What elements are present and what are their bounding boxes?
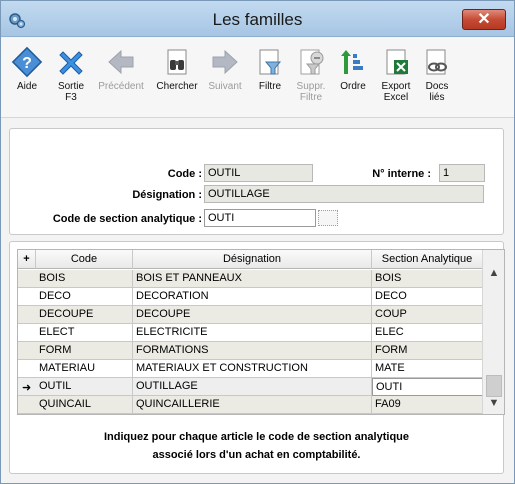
internal-number-label: N° interne :	[372, 168, 431, 180]
table-row[interactable]: DECOUPE DECOUPE COUP	[18, 306, 483, 324]
cell-section: FA09	[372, 396, 483, 414]
help-icon: ?	[11, 46, 43, 78]
close-x-icon	[59, 51, 83, 75]
cell-code: ELECT	[36, 324, 133, 342]
cell-section-editing[interactable]: OUTI	[372, 378, 483, 396]
section-lookup-button[interactable]	[318, 210, 338, 226]
help-button[interactable]: ? Aide	[9, 46, 45, 92]
scroll-up-icon[interactable]: ▲	[487, 266, 501, 280]
column-header-section[interactable]: Section Analytique	[372, 250, 483, 269]
cell-section: FORM	[372, 342, 483, 360]
cell-designation: DECORATION	[133, 288, 372, 306]
cell-section: MATE	[372, 360, 483, 378]
cell-code: DECOUPE	[36, 306, 133, 324]
linked-docs-button[interactable]: Docs liés	[421, 46, 453, 103]
cell-code: MATERIAU	[36, 360, 133, 378]
sort-order-icon	[341, 50, 363, 74]
cell-code: FORM	[36, 342, 133, 360]
previous-label: Précédent	[98, 81, 144, 92]
title-bar: Les familles ✕	[1, 1, 514, 37]
designation-field[interactable]: OUTILLAGE	[204, 185, 484, 203]
remove-filter-icon	[300, 49, 324, 75]
cell-designation: FORMATIONS	[133, 342, 372, 360]
linked-docs-label-line2: liés	[429, 92, 445, 103]
sort-order-label: Ordre	[340, 81, 366, 92]
cell-designation: OUTILLAGE	[133, 378, 372, 396]
families-grid: + Code Désignation Section Analytique BO…	[17, 249, 505, 415]
table-row[interactable]: DECO DECORATION DECO	[18, 288, 483, 306]
search-button[interactable]: Chercher	[153, 46, 201, 92]
cell-code: QUINCAIL	[36, 396, 133, 414]
search-label: Chercher	[156, 81, 198, 92]
column-header-designation[interactable]: Désignation	[133, 250, 372, 269]
cell-designation: ELECTRICITE	[133, 324, 372, 342]
designation-label: Désignation :	[132, 189, 202, 201]
families-grid-panel: + Code Désignation Section Analytique BO…	[9, 241, 505, 474]
toolbar: ? Aide Sortie F3 Précédent Chercher Suiv…	[1, 38, 514, 118]
code-label: Code :	[167, 168, 202, 180]
table-row[interactable]: FORM FORMATIONS FORM	[18, 342, 483, 360]
analytic-section-label: Code de section analytique :	[52, 213, 202, 225]
filter-label: Filtre	[258, 81, 282, 92]
cell-section: ELEC	[372, 324, 483, 342]
exit-label-line1: Sortie	[57, 81, 85, 92]
help-text-line2: associé lors d'un achat en comptabilité.	[152, 449, 361, 461]
table-row[interactable]: BOIS BOIS ET PANNEAUX BOIS	[18, 270, 483, 288]
grid-scrollbar[interactable]: ▲ ▼	[482, 250, 504, 414]
cell-designation: MATERIAUX ET CONSTRUCTION	[133, 360, 372, 378]
cell-designation: QUINCAILLERIE	[133, 396, 372, 414]
next-label: Suivant	[208, 81, 242, 92]
help-text-line1: Indiquez pour chaque article le code de …	[103, 431, 409, 443]
exit-label-line2: F3	[65, 92, 77, 103]
cell-code: BOIS	[36, 270, 133, 288]
internal-number-field[interactable]: 1	[439, 164, 485, 182]
cell-section: COUP	[372, 306, 483, 324]
cell-code: DECO	[36, 288, 133, 306]
record-form: Code : OUTIL N° interne : 1 Désignation …	[9, 128, 504, 235]
binoculars-icon	[167, 49, 187, 75]
table-row[interactable]: QUINCAIL QUINCAILLERIE FA09	[18, 396, 483, 414]
excel-icon	[386, 49, 408, 75]
export-excel-label-line2: Excel	[383, 92, 409, 103]
arrow-left-icon	[108, 49, 134, 75]
table-row[interactable]: ELECT ELECTRICITE ELEC	[18, 324, 483, 342]
help-label: Aide	[16, 81, 37, 92]
table-row[interactable]: MATERIAU MATERIAUX ET CONSTRUCTION MATE	[18, 360, 483, 378]
export-excel-label-line1: Export	[381, 81, 411, 92]
scroll-down-icon[interactable]: ▼	[487, 396, 501, 410]
cell-section: DECO	[372, 288, 483, 306]
svg-text:?: ?	[22, 55, 32, 72]
filter-button[interactable]: Filtre	[254, 46, 286, 92]
previous-button[interactable]: Précédent	[95, 46, 147, 92]
current-row-arrow-icon: ➜	[22, 382, 32, 394]
cell-designation: DECOUPE	[133, 306, 372, 324]
cell-section: BOIS	[372, 270, 483, 288]
remove-filter-button[interactable]: Suppr. Filtre	[293, 46, 329, 103]
next-button[interactable]: Suivant	[204, 46, 246, 92]
cell-designation: BOIS ET PANNEAUX	[133, 270, 372, 288]
column-header-code[interactable]: Code	[36, 250, 133, 269]
export-excel-button[interactable]: Export Excel	[377, 46, 415, 103]
sort-order-button[interactable]: Ordre	[336, 46, 370, 92]
code-field[interactable]: OUTIL	[204, 164, 313, 182]
filter-icon	[259, 49, 282, 75]
window-title: Les familles	[212, 10, 303, 29]
remove-filter-label-line2: Filtre	[299, 92, 323, 103]
table-row-current[interactable]: ➜ OUTIL OUTILLAGE OUTI	[18, 378, 483, 396]
close-button[interactable]: ✕	[462, 9, 506, 30]
cell-code: OUTIL	[36, 378, 133, 396]
help-text: Indiquez pour chaque article le code de …	[10, 428, 503, 464]
grid-header: + Code Désignation Section Analytique	[18, 250, 483, 269]
link-docs-icon	[426, 49, 447, 75]
remove-filter-label-line1: Suppr.	[296, 81, 326, 92]
linked-docs-label-line1: Docs	[425, 81, 449, 92]
add-row-icon[interactable]: +	[18, 250, 36, 269]
scroll-thumb[interactable]	[486, 375, 502, 397]
families-window: Les familles ✕ ? Aide Sortie F3 Précéden…	[0, 0, 515, 484]
arrow-right-icon	[212, 49, 238, 75]
analytic-section-field[interactable]: OUTI	[204, 209, 316, 227]
exit-button[interactable]: Sortie F3	[53, 46, 89, 103]
